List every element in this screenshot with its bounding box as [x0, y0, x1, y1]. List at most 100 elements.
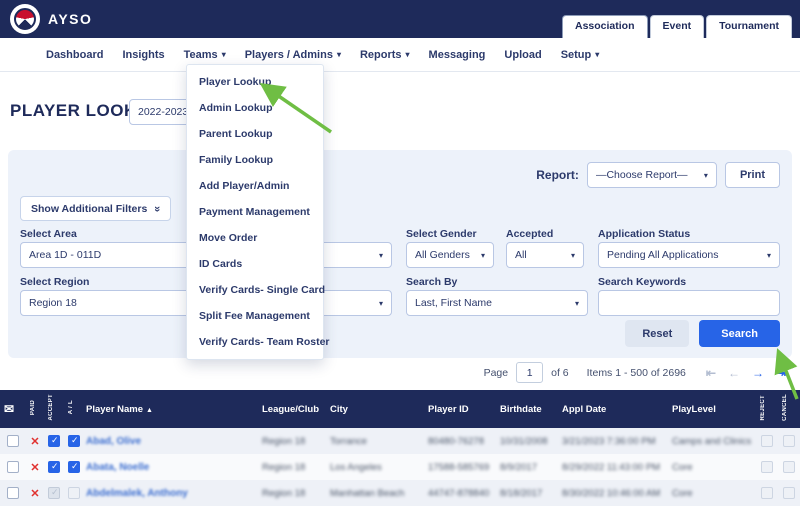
caret-down-icon: ▾ — [704, 171, 708, 180]
menu-item-id-cards[interactable]: ID Cards — [187, 251, 323, 277]
al-checkbox[interactable] — [68, 435, 80, 447]
player-name-link[interactable]: Abad, Olive — [86, 436, 141, 447]
nav-item-teams[interactable]: Teams▾ — [184, 49, 226, 61]
player-id-cell: 17588-585769 — [428, 462, 489, 473]
col-birthdate: Birthdate — [496, 390, 558, 428]
col-reject: REJECT — [756, 390, 778, 428]
menu-item-family-lookup[interactable]: Family Lookup — [187, 147, 323, 173]
menu-item-admin-lookup[interactable]: Admin Lookup — [187, 95, 323, 121]
col-al: A / L — [64, 390, 82, 428]
brand-title: AYSO — [48, 11, 92, 27]
row-select-checkbox[interactable] — [7, 435, 19, 447]
col-city: City — [326, 390, 424, 428]
page-number-input[interactable] — [516, 362, 543, 383]
player-name-link[interactable]: Abdelmalek, Anthony — [86, 488, 188, 499]
birthdate-cell: 8/9/2017 — [500, 462, 537, 473]
first-page-icon: ⇤ — [706, 366, 716, 380]
menu-item-verify-cards-roster[interactable]: Verify Cards- Team Roster — [187, 329, 323, 355]
col-paid: PAID — [26, 390, 44, 428]
paid-x-icon: ✕ — [30, 462, 39, 474]
reset-button[interactable]: Reset — [625, 320, 689, 347]
table-header-row: ✉ PAID ACCEPT A / L Player Name▲ League/… — [0, 390, 800, 428]
caret-down-icon: ▾ — [481, 251, 485, 260]
playlevel-cell: Core — [672, 488, 693, 499]
nav-item-upload[interactable]: Upload — [504, 49, 541, 61]
nav-item-players-admins[interactable]: Players / Admins▾ — [245, 49, 341, 61]
accept-checkbox[interactable] — [48, 461, 60, 473]
accepted-select[interactable]: All ▾ — [506, 242, 584, 268]
tab-event[interactable]: Event — [650, 15, 705, 38]
results-table: ✉ PAID ACCEPT A / L Player Name▲ League/… — [0, 390, 800, 506]
caret-down-icon: ▾ — [379, 251, 383, 260]
nav-item-messaging[interactable]: Messaging — [429, 49, 486, 61]
caret-down-icon: ▾ — [337, 50, 341, 59]
accept-checkbox[interactable] — [48, 435, 60, 447]
select-gender-label: Select Gender — [406, 228, 477, 240]
report-row: Report: —Choose Report— ▾ Print — [536, 162, 780, 188]
pagination-controls: ⇤ ← → ⇥ — [706, 366, 786, 380]
double-chevron-down-icon: » — [151, 205, 163, 211]
gender-select[interactable]: All Genders ▾ — [406, 242, 494, 268]
gender-select-value: All Genders — [415, 249, 470, 261]
report-select[interactable]: —Choose Report— ▾ — [587, 162, 717, 188]
col-appl-date: Appl Date — [558, 390, 668, 428]
col-cancel: CANCEL — [778, 390, 800, 428]
search-by-select[interactable]: Last, First Name ▾ — [406, 290, 588, 316]
page-of-label: of 6 — [551, 367, 569, 379]
search-button[interactable]: Search — [699, 320, 780, 347]
prev-page-icon: ← — [728, 366, 740, 380]
reject-checkbox — [761, 435, 773, 447]
city-cell: Torrance — [330, 436, 367, 447]
search-keywords-input[interactable] — [598, 290, 780, 316]
row-select-checkbox[interactable] — [7, 461, 19, 473]
menu-item-payment-management[interactable]: Payment Management — [187, 199, 323, 225]
players-admins-dropdown-menu: Player Lookup Admin Lookup Parent Lookup… — [186, 64, 324, 360]
nav-item-dashboard[interactable]: Dashboard — [46, 49, 103, 61]
player-name-link[interactable]: Abata, Noelle — [86, 462, 149, 473]
caret-down-icon: ▾ — [767, 251, 771, 260]
ayso-logo — [10, 4, 40, 34]
search-keywords-label: Search Keywords — [598, 276, 686, 288]
birthdate-cell: 10/31/2008 — [500, 436, 548, 447]
row-select-checkbox[interactable] — [7, 487, 19, 499]
print-button[interactable]: Print — [725, 162, 780, 188]
application-status-select[interactable]: Pending All Applications ▾ — [598, 242, 780, 268]
tab-association[interactable]: Association — [562, 15, 648, 38]
nav-item-insights[interactable]: Insights — [122, 49, 164, 61]
menu-item-move-order[interactable]: Move Order — [187, 225, 323, 251]
al-checkbox[interactable] — [68, 461, 80, 473]
player-id-cell: 80480-76278 — [428, 436, 484, 447]
select-area-label: Select Area — [20, 228, 77, 240]
last-page-icon[interactable]: ⇥ — [776, 366, 786, 380]
reject-checkbox — [761, 461, 773, 473]
app-window: AYSO Association Event Tournament Dashbo… — [0, 0, 800, 506]
menu-item-split-fee-management[interactable]: Split Fee Management — [187, 303, 323, 329]
menu-item-player-lookup[interactable]: Player Lookup — [187, 69, 323, 95]
table-row: ✕ Abdelmalek, Anthony Region 18 Manhatta… — [0, 480, 800, 506]
next-page-icon[interactable]: → — [752, 366, 764, 380]
menu-item-verify-cards-single[interactable]: Verify Cards- Single Card — [187, 277, 323, 303]
city-cell: Manhattan Beach — [330, 488, 404, 499]
envelope-icon: ✉ — [0, 390, 26, 428]
menu-item-parent-lookup[interactable]: Parent Lookup — [187, 121, 323, 147]
caret-down-icon: ▾ — [222, 50, 226, 59]
appl-date-cell: 8/30/2022 10:46:00 AM — [562, 488, 660, 499]
accept-checkbox — [48, 487, 60, 499]
al-checkbox — [68, 487, 80, 499]
nav-item-reports[interactable]: Reports▾ — [360, 49, 410, 61]
menu-item-add-player-admin[interactable]: Add Player/Admin — [187, 173, 323, 199]
league-club-cell: Region 18 — [262, 488, 305, 499]
tab-tournament[interactable]: Tournament — [706, 15, 792, 38]
show-additional-filters-button[interactable]: Show Additional Filters » — [20, 196, 171, 221]
birthdate-cell: 8/18/2017 — [500, 488, 542, 499]
top-bar: AYSO Association Event Tournament — [0, 0, 800, 38]
season-select-value: 2022-2023 — [138, 106, 188, 118]
filters-panel: Report: —Choose Report— ▾ Print Show Add… — [8, 150, 792, 358]
select-region-label: Select Region — [20, 276, 89, 288]
playlevel-cell: Camps and Clinics — [672, 436, 751, 447]
cancel-checkbox — [783, 461, 795, 473]
caret-down-icon: ▾ — [575, 299, 579, 308]
col-player-name-sort[interactable]: Player Name▲ — [82, 390, 258, 428]
filter-actions: Reset Search — [625, 320, 780, 347]
nav-item-setup[interactable]: Setup▾ — [561, 49, 600, 61]
